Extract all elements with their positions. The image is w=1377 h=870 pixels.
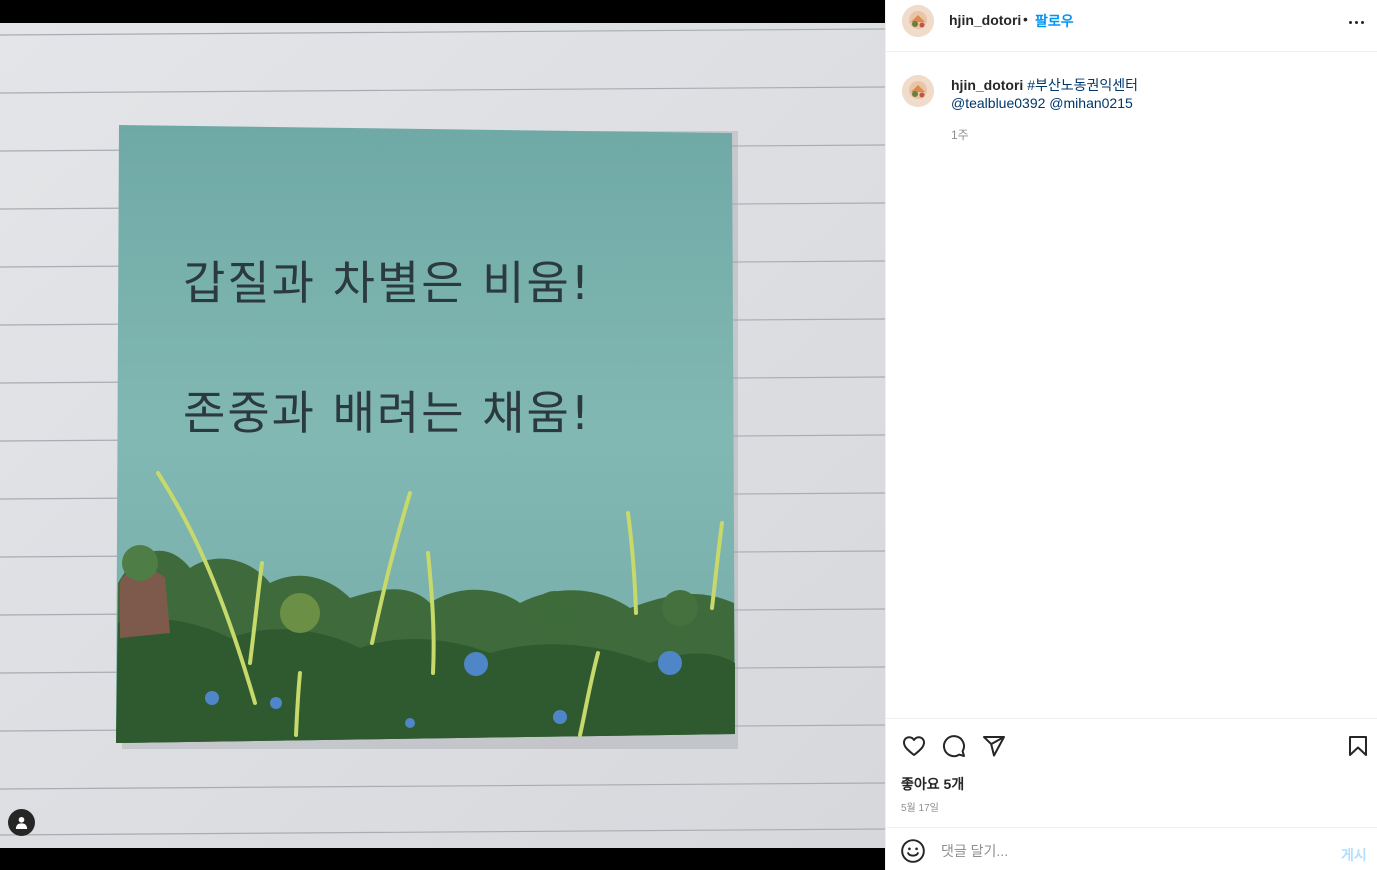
post-date[interactable]: 5월 17일 [901, 799, 939, 814]
caption-avatar[interactable] [902, 75, 934, 107]
likes-count[interactable]: 좋아요 5개 [901, 774, 964, 794]
note-text-line2: 존중과 배려는 채움! [183, 386, 591, 440]
user-tag-icon [15, 816, 28, 829]
post-actions: 좋아요 5개 5월 17일 [886, 718, 1377, 826]
save-button[interactable] [1344, 732, 1372, 760]
comment-input[interactable] [941, 841, 1301, 861]
comment-form: 게시 [886, 827, 1377, 870]
more-options-button[interactable] [1344, 12, 1368, 32]
comment-icon [943, 735, 965, 758]
post-photo: 갑질과 차별은 비움! 존중과 배려는 채움! [0, 23, 885, 848]
post-comment-button[interactable]: 게시 [1341, 845, 1367, 865]
more-icon [1348, 20, 1364, 24]
bookmark-icon [1349, 736, 1367, 756]
caption-line: hjin_dotori #부산노동권익센터 [951, 76, 1138, 94]
hashtag-link[interactable]: #부산노동권익센터 [1027, 77, 1138, 93]
post-media: 갑질과 차별은 비움! 존중과 배려는 채움! [0, 0, 885, 870]
post-header: hjin_dotori • 팔로우 [886, 0, 1377, 52]
follow-button[interactable]: 팔로우 [1035, 11, 1074, 31]
emoji-button[interactable] [900, 838, 926, 864]
avatar[interactable] [902, 5, 934, 37]
mention-link[interactable]: @tealblue0392 [951, 95, 1045, 111]
share-button[interactable] [980, 732, 1008, 760]
caption-mentions: @tealblue0392 @mihan0215 [951, 94, 1133, 112]
heart-icon [903, 736, 925, 756]
note-text-line1: 갑질과 차별은 비움! [183, 256, 591, 310]
share-icon [983, 736, 1005, 757]
post-dialog: 갑질과 차별은 비움! 존중과 배려는 채움! hjin_dotori • 팔로… [0, 0, 1377, 870]
mention-link[interactable]: @mihan0215 [1049, 95, 1133, 111]
header-username[interactable]: hjin_dotori [949, 12, 1021, 28]
post-side-panel: hjin_dotori • 팔로우 hjin_dotori #부산노동권익센터 [885, 0, 1377, 870]
separator-dot: • [1023, 11, 1028, 27]
emoji-icon [901, 839, 925, 863]
like-button[interactable] [900, 732, 928, 760]
comment-button[interactable] [940, 732, 968, 760]
caption-username[interactable]: hjin_dotori [951, 77, 1023, 93]
user-tag-button[interactable] [8, 809, 35, 836]
caption-time[interactable]: 1주 [951, 126, 969, 143]
